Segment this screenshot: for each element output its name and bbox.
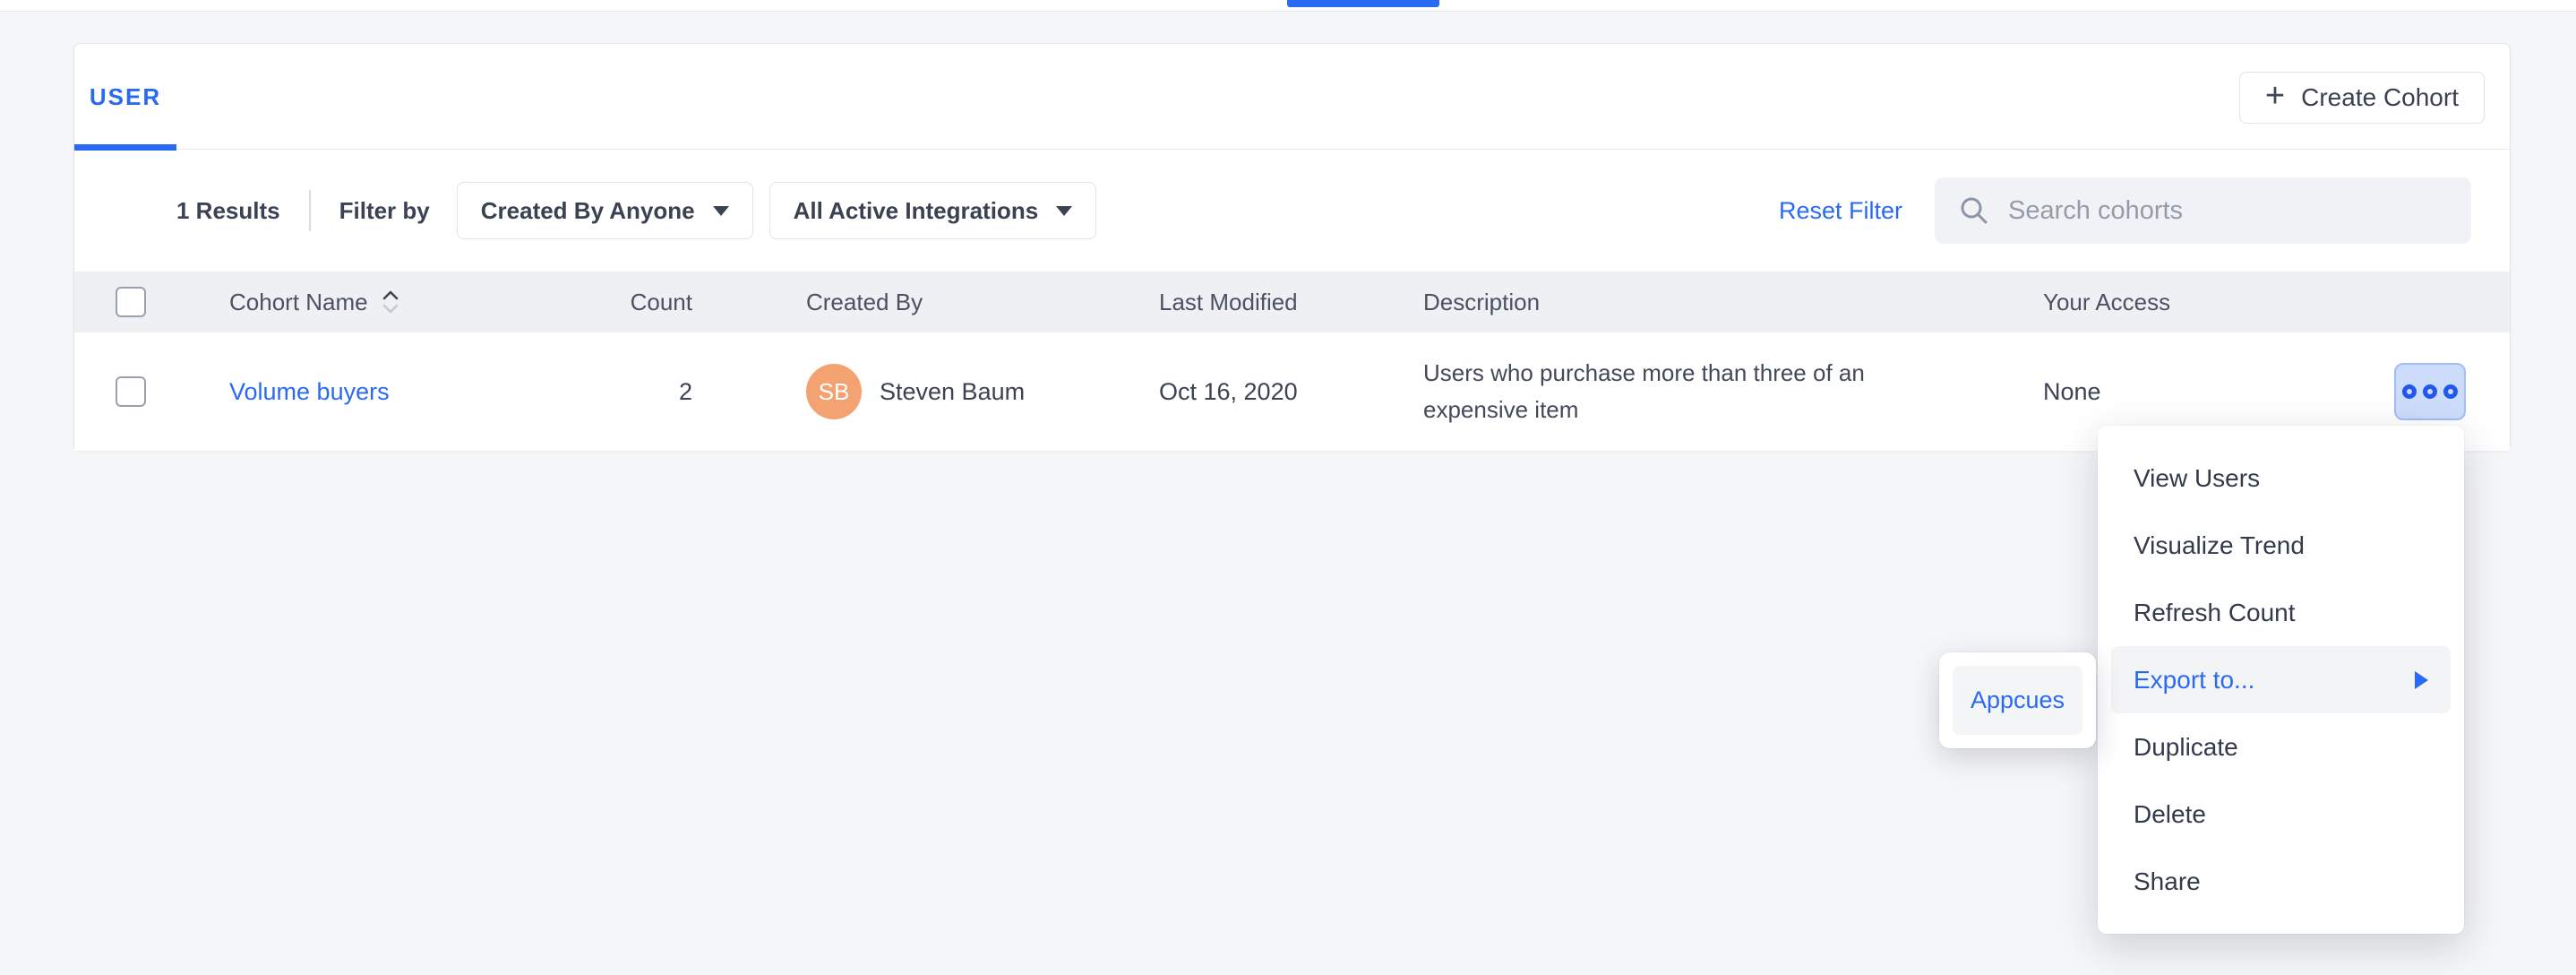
submenu-item-appcues[interactable]: Appcues: [1953, 666, 2082, 735]
column-cohort-name[interactable]: Cohort Name: [229, 289, 368, 316]
chevron-down-icon: [1056, 206, 1072, 216]
column-count[interactable]: Count: [582, 289, 692, 316]
more-dots-icon: [2423, 384, 2437, 399]
active-tab-indicator: [1287, 0, 1439, 7]
menu-item-duplicate[interactable]: Duplicate: [2098, 713, 2464, 781]
integrations-dropdown[interactable]: All Active Integrations: [769, 182, 1097, 239]
avatar: SB: [806, 364, 862, 419]
menu-item-delete[interactable]: Delete: [2098, 781, 2464, 848]
filter-row: 1 Results Filter by Created By Anyone Al…: [74, 150, 2510, 272]
filter-by-label: Filter by: [339, 197, 430, 225]
column-created-by[interactable]: Created By: [692, 289, 1159, 316]
tab-user[interactable]: USER: [74, 44, 176, 150]
more-dots-icon: [2443, 384, 2458, 399]
menu-item-view-users[interactable]: View Users: [2098, 444, 2464, 512]
select-all-checkbox[interactable]: [116, 287, 146, 317]
cohort-name-link[interactable]: Volume buyers: [229, 378, 390, 405]
search-box[interactable]: [1935, 177, 2471, 244]
row-context-menu: View Users Visualize Trend Refresh Count…: [2098, 426, 2464, 934]
search-icon: [1958, 194, 1990, 227]
plus-icon: +: [2265, 79, 2285, 113]
export-submenu: Appcues: [1939, 652, 2096, 748]
divider: [309, 190, 311, 231]
menu-item-refresh-count[interactable]: Refresh Count: [2098, 579, 2464, 646]
sort-icon[interactable]: [381, 289, 400, 315]
search-input[interactable]: [2008, 196, 2471, 226]
column-description[interactable]: Description: [1423, 289, 2043, 316]
created-by-dropdown[interactable]: Created By Anyone: [457, 182, 753, 239]
column-last-modified[interactable]: Last Modified: [1159, 289, 1423, 316]
menu-item-export-to-label: Export to...: [2134, 666, 2254, 695]
column-your-access[interactable]: Your Access: [2043, 289, 2394, 316]
cohort-description: Users who purchase more than three of an…: [1423, 355, 1925, 428]
integrations-dropdown-value: All Active Integrations: [794, 197, 1039, 225]
create-cohort-button[interactable]: + Create Cohort: [2239, 72, 2485, 124]
top-tab-strip: [0, 0, 2576, 12]
more-dots-icon: [2402, 384, 2417, 399]
tab-user-label: USER: [90, 83, 161, 111]
created-by-name: Steven Baum: [880, 378, 1025, 406]
your-access-value: None: [2043, 378, 2394, 406]
menu-item-export-to[interactable]: Export to...: [2111, 646, 2451, 713]
created-by-dropdown-value: Created By Anyone: [481, 197, 695, 225]
chevron-down-icon: [713, 206, 729, 216]
submenu-arrow-icon: [2415, 671, 2428, 689]
row-actions-button[interactable]: [2394, 363, 2466, 420]
tab-user-active-underline: [74, 144, 176, 151]
last-modified-date: Oct 16, 2020: [1159, 378, 1423, 406]
results-count: 1 Results: [176, 197, 280, 225]
cohorts-panel: USER + Create Cohort 1 Results Filter by…: [73, 43, 2511, 451]
table-header: Cohort Name Count Created By Last Modifi…: [74, 272, 2510, 332]
create-cohort-label: Create Cohort: [2301, 83, 2459, 112]
menu-item-share[interactable]: Share: [2098, 848, 2464, 915]
menu-item-visualize-trend[interactable]: Visualize Trend: [2098, 512, 2464, 579]
row-checkbox[interactable]: [116, 376, 146, 407]
panel-tabstrip: USER + Create Cohort: [74, 44, 2510, 150]
reset-filter-link[interactable]: Reset Filter: [1779, 197, 1902, 225]
cohort-count: 2: [582, 378, 692, 406]
